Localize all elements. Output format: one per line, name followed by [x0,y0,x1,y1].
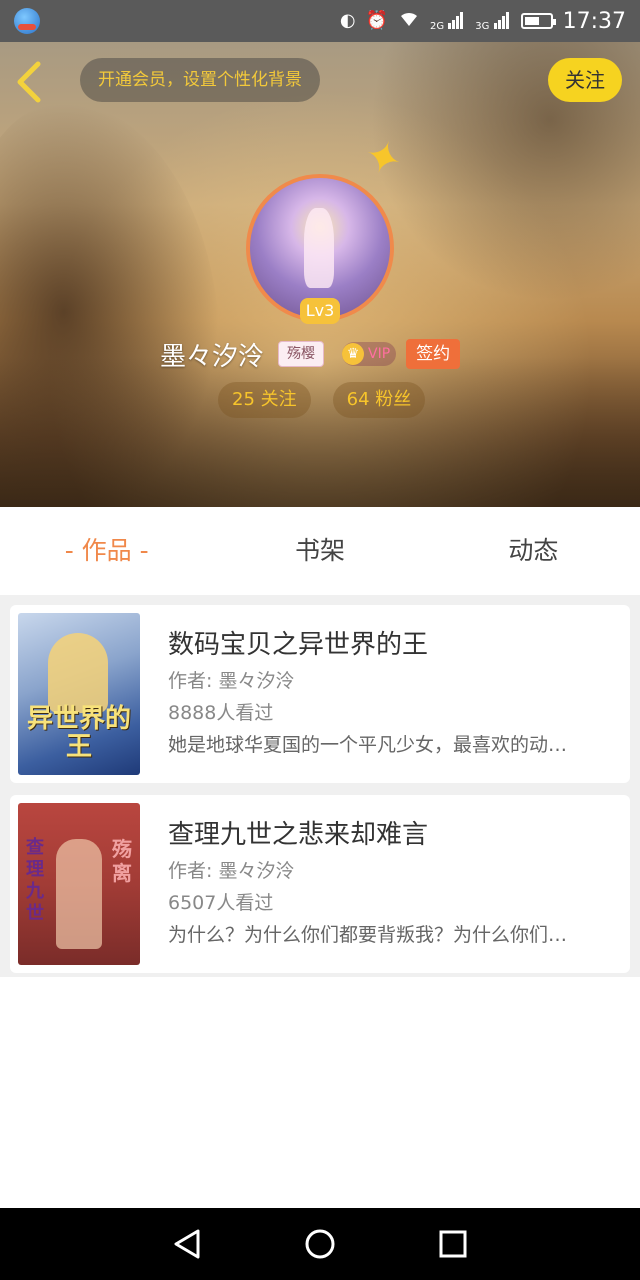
book-info: 数码宝贝之异世界的王 作者: 墨々汐泠 8888人看过 她是地球华夏国的一个平凡… [168,625,618,761]
vip-crown-icon: ♛ [342,343,365,365]
book-description: 她是地球华夏国的一个平凡少女，最喜欢的动… [168,734,568,756]
name-row: 墨々汐泠 殇樱 ♛ VIP 签约 [160,334,461,374]
hd-icon: ◐ [339,10,356,31]
title-tag: 殇樱 [278,341,325,367]
back-button[interactable] [14,60,54,104]
stats-row: 25 关注 64 粉丝 [218,382,426,418]
tab-works[interactable]: - 作品 - [0,507,213,595]
wifi-icon [398,10,420,32]
profile-header: 开通会员，设置个性化背景 关注 ✦ Lv3 墨々汐泠 殇樱 ♛ VIP 签约 2… [0,42,640,507]
book-views: 8888人看过 [168,702,274,724]
nav-back-button[interactable] [167,1224,207,1264]
signal-icon: 2G [430,11,465,32]
chevron-left-icon [17,61,41,103]
signal-icon: 3G [475,11,510,32]
profile-page: ◐ ⏰ 2G 3G 17:37 开通会员，设置个性化背景 关注 ✦ Lv3 墨々… [0,0,640,1280]
divider [0,595,640,605]
status-bar: ◐ ⏰ 2G 3G 17:37 [0,0,640,42]
tab-activity[interactable]: 动态 [427,507,640,595]
username: 墨々汐泠 [160,341,265,372]
cover-title: 异世界的王 [26,704,131,762]
profile-tabs: - 作品 - 书架 动态 [0,507,640,595]
avatar-container: ✦ Lv3 [246,129,409,324]
book-title: 数码宝贝之异世界的王 [168,630,429,660]
circle-home-icon [305,1229,335,1259]
cover-title: 查理九世 [26,837,44,924]
status-time: 17:37 [562,8,626,34]
signed-badge: 签约 [406,339,461,369]
list-item[interactable]: 异世界的王 数码宝贝之异世界的王 作者: 墨々汐泠 8888人看过 她是地球华夏… [10,605,630,783]
book-cover: 查理九世 殇离 [18,803,140,965]
nav-home-button[interactable] [300,1224,340,1264]
system-nav-bar [0,1208,640,1280]
vip-badge: ♛ VIP [342,342,397,366]
book-info: 查理九世之悲来却难言 作者: 墨々汐泠 6507人看过 为什么？为什么你们都要背… [168,815,618,951]
book-author: 作者: 墨々汐泠 [168,860,295,882]
followers-count[interactable]: 64 粉丝 [332,382,426,418]
square-recents-icon [439,1230,467,1258]
book-cover: 异世界的王 [18,613,140,775]
book-list: 异世界的王 数码宝贝之异世界的王 作者: 墨々汐泠 8888人看过 她是地球华夏… [0,605,640,977]
book-title: 查理九世之悲来却难言 [168,820,429,850]
nav-recents-button[interactable] [433,1224,473,1264]
triangle-back-icon [174,1229,200,1259]
background-art [0,357,640,507]
battery-icon [520,13,556,29]
follow-button[interactable]: 关注 [548,58,622,102]
following-count[interactable]: 25 关注 [218,382,311,418]
level-badge: Lv3 [300,298,340,324]
tab-bookshelf[interactable]: 书架 [213,507,426,595]
alarm-icon: ⏰ [365,10,388,31]
book-description: 为什么？为什么你们都要背叛我？为什么你们… [168,924,568,946]
book-views: 6507人看过 [168,892,274,914]
book-author: 作者: 墨々汐泠 [168,670,295,692]
custom-background-hint[interactable]: 开通会员，设置个性化背景 [80,58,320,102]
cover-title: 殇离 [112,837,132,885]
status-icons: ◐ ⏰ 2G 3G 17:37 [340,9,626,34]
list-item[interactable]: 查理九世 殇离 查理九世之悲来却难言 作者: 墨々汐泠 6507人看过 为什么？… [10,795,630,973]
vip-label: VIP [368,346,391,362]
app-logo-icon [14,8,40,34]
